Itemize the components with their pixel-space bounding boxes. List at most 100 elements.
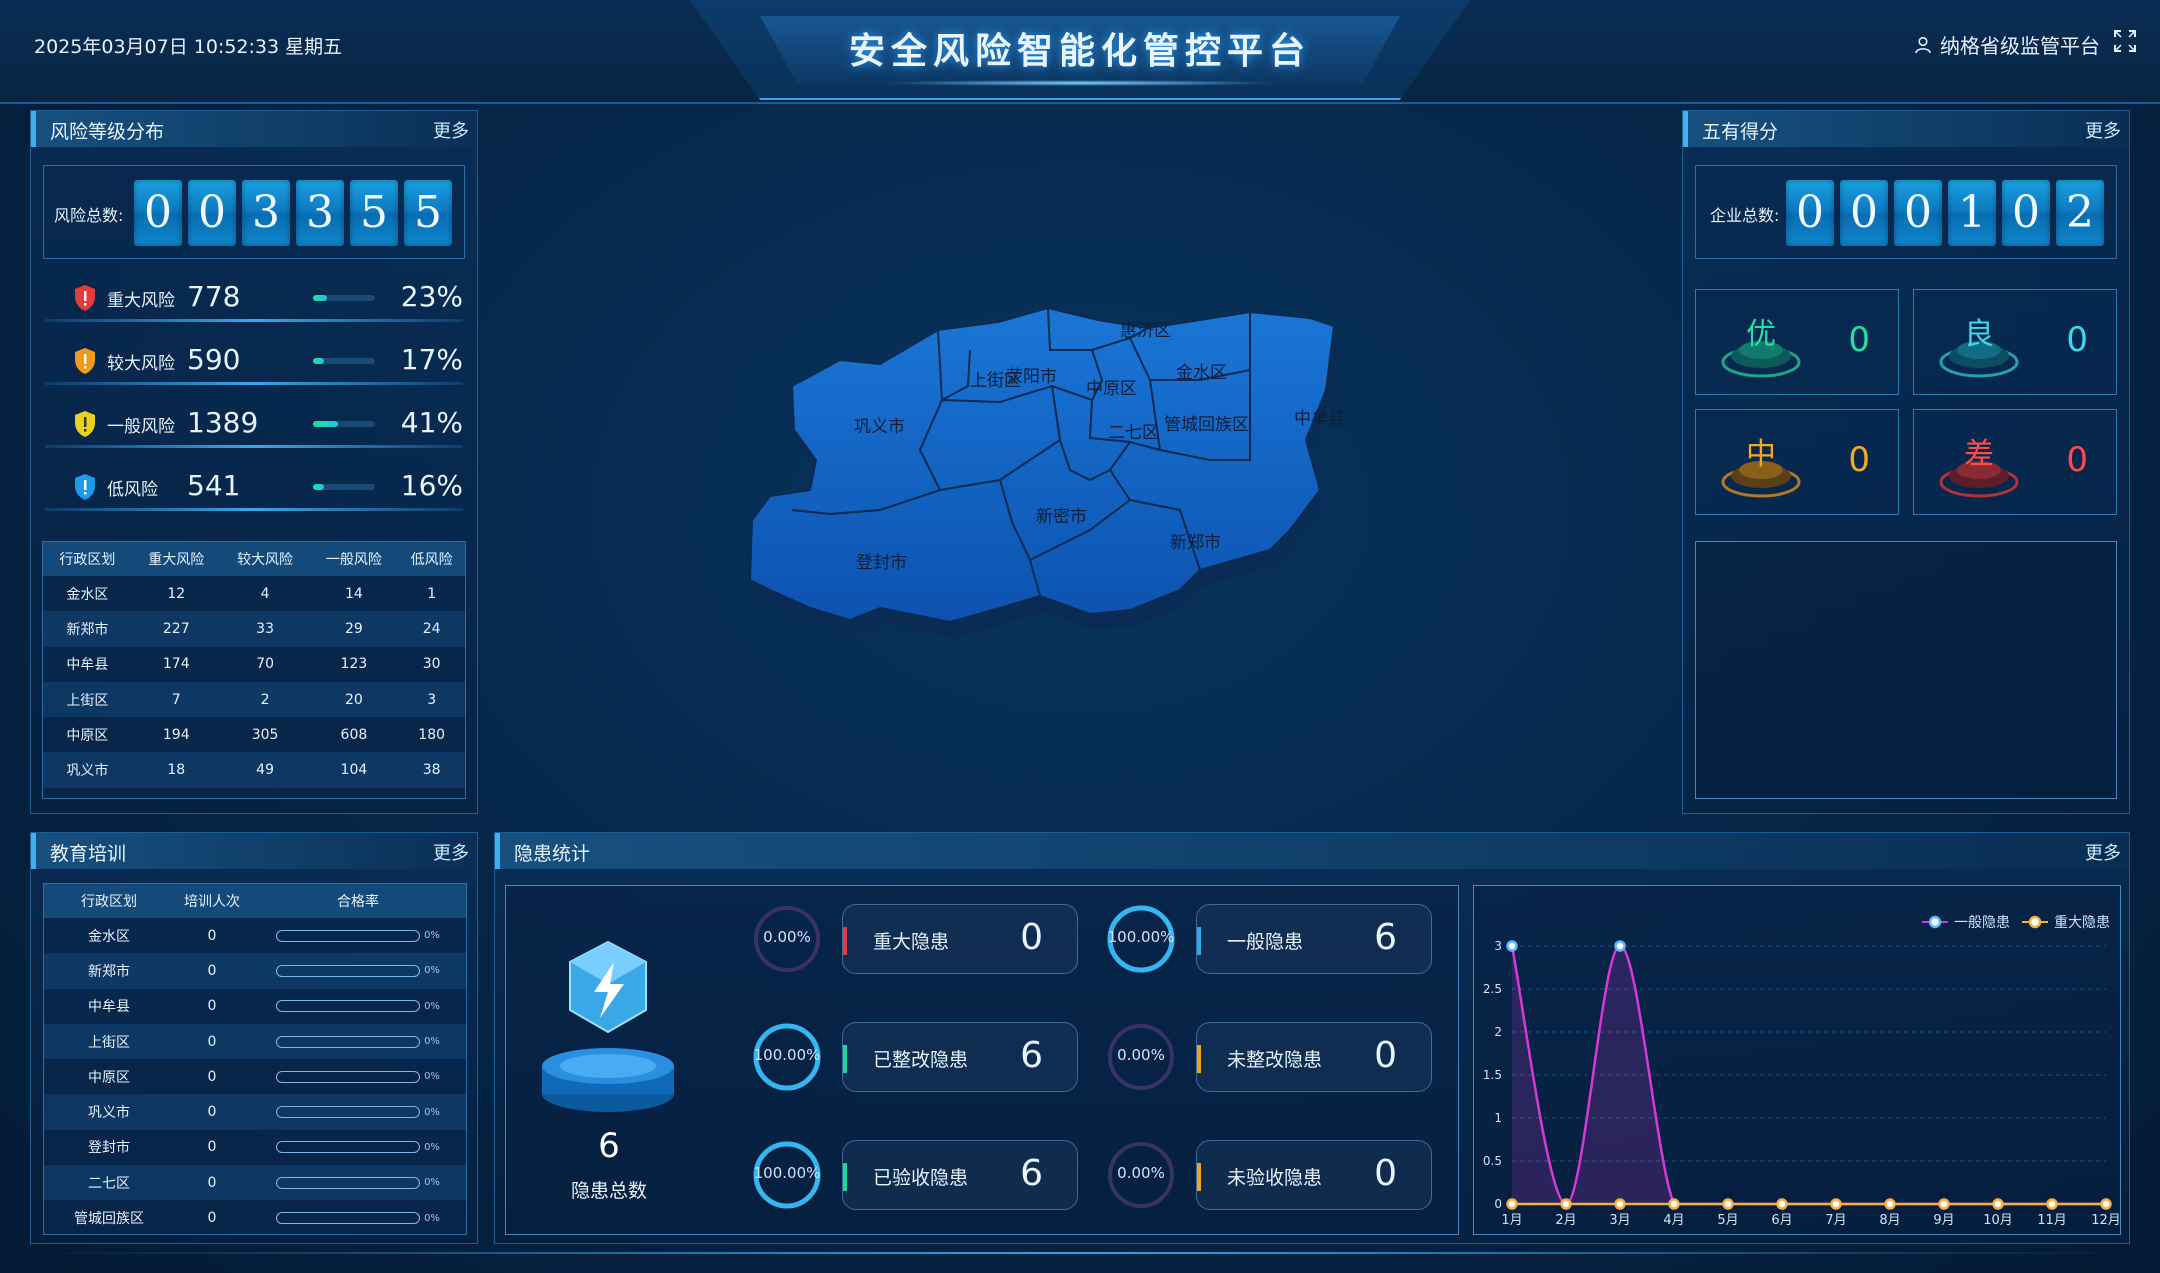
cell-major: 7 — [131, 681, 221, 718]
shield-blue-icon — [75, 474, 95, 500]
cell-major: 227 — [131, 611, 221, 647]
table-row[interactable]: 中原区 194 305 608 180 — [43, 717, 465, 753]
stat-value: 6 — [1374, 917, 1397, 958]
risk-progress-fill — [313, 484, 325, 490]
user-menu[interactable]: 纳格省级监管平台 — [1914, 30, 2100, 59]
pass-rate-progress — [276, 1106, 421, 1119]
risk-progress — [313, 421, 375, 427]
grade-value: 0 — [2066, 440, 2088, 480]
pass-rate-progress — [276, 1141, 421, 1154]
cell-general: 20 — [309, 681, 399, 718]
table-row[interactable]: 金水区 0 0% — [44, 918, 466, 954]
hazard-stat-card[interactable]: 已整改隐患 6 — [842, 1022, 1078, 1092]
table-row[interactable]: 登封市 0 0% — [44, 1129, 466, 1166]
stat-label: 已整改隐患 — [873, 1049, 969, 1071]
counter-digit: 0 — [1840, 180, 1888, 246]
data-point — [1560, 1198, 1572, 1210]
x-tick-label: 1月 — [1501, 1213, 1522, 1228]
cell-region: 新郑市 — [43, 611, 132, 647]
cell-count: 0 — [174, 1023, 250, 1060]
counter-digit: 0 — [1894, 180, 1942, 246]
table-row[interactable]: 上街区 0 0% — [44, 1023, 466, 1060]
column-header: 培训人次 — [174, 884, 250, 918]
panel-header: 风险等级分布 更多 — [31, 111, 477, 147]
stat-label: 已验收隐患 — [873, 1167, 969, 1189]
x-tick-label: 6月 — [1771, 1213, 1792, 1228]
risk-count: 1389 — [187, 406, 259, 439]
training-table: 行政区划 培训人次 合格率 金水区 0 0% 新郑市 0 0% 中牟县 0 0% 上街区 0 0% 中原… — [44, 884, 466, 1234]
hazard-stat-card[interactable]: 重大隐患 0 — [842, 904, 1078, 974]
table-row[interactable]: 新郑市 227 33 29 24 — [43, 611, 465, 647]
cell-region: 中原区 — [43, 717, 132, 753]
hazard-stat-card[interactable]: 未验收隐患 0 — [1196, 1140, 1432, 1210]
table-row[interactable]: 上街区 7 2 20 3 — [43, 681, 465, 718]
more-link[interactable]: 更多 — [2085, 839, 2121, 865]
risk-row-general: 一般风险 1389 41% — [45, 398, 463, 448]
lightning-hex-icon — [542, 940, 674, 1112]
table-row[interactable]: 新郑市 0 0% — [44, 953, 466, 989]
risk-name: 重大风险 — [107, 291, 175, 311]
hazard-stat-card[interactable]: 未整改隐患 0 — [1196, 1022, 1432, 1092]
risk-percent: 41% — [400, 406, 463, 439]
cell-rate: 0% — [250, 1023, 466, 1060]
risk-row-larger: 较大风险 590 17% — [45, 335, 463, 385]
grade-card-good[interactable]: 良 0 — [1913, 289, 2117, 395]
y-tick-label: 1.5 — [1483, 1068, 1502, 1082]
map-label: 金水区 — [1176, 363, 1227, 383]
cell-count: 0 — [174, 1200, 250, 1234]
grade-medium-icon: 中 — [1721, 437, 1801, 498]
cell-region: 登封市 — [44, 1129, 174, 1166]
table-row[interactable]: 中牟县 174 70 123 30 — [43, 646, 465, 682]
pass-rate-progress — [276, 964, 421, 977]
cell-region: 上街区 — [44, 1023, 174, 1060]
risk-percent: 16% — [400, 469, 463, 502]
more-link[interactable]: 更多 — [433, 839, 469, 865]
line-chart: 0 0.5 1 1.5 2 2.5 3 1月 2月 3月 4月 5月 6月 7月 8月 9月 10月 11月 12月… — [1483, 915, 2121, 1228]
table-row[interactable]: 管城回族区 0 0% — [44, 1200, 466, 1234]
table-row[interactable]: 中牟县 0 0% — [44, 988, 466, 1024]
score-panel: 五有得分 更多 企业总数: 0 0 0 1 0 2 优 0 良 0 中 0 差 … — [1682, 110, 2130, 814]
map-label: 中原区 — [1086, 379, 1137, 399]
table-row[interactable]: 巩义市 0 0% — [44, 1094, 466, 1130]
risk-table: 行政区划 重大风险 较大风险 一般风险 低风险 金水区 12 4 14 1 新郑市 227… — [43, 542, 465, 788]
pass-rate-text: 0% — [424, 1106, 440, 1118]
hazard-stat-card[interactable]: 一般隐患 6 — [1196, 904, 1432, 974]
x-tick-label: 7月 — [1825, 1213, 1846, 1228]
cell-rate: 0% — [250, 1059, 466, 1095]
table-row[interactable]: 二七区 0 0% — [44, 1165, 466, 1201]
cell-low: 24 — [398, 611, 465, 647]
more-link[interactable]: 更多 — [2085, 117, 2121, 143]
training-table-container: 行政区划 培训人次 合格率 金水区 0 0% 新郑市 0 0% 中牟县 0 0% 上街区 0 0% 中原… — [43, 883, 467, 1235]
grade-card-excellent[interactable]: 优 0 — [1695, 289, 1899, 395]
stat-color-bar — [1197, 927, 1201, 955]
divider — [45, 508, 463, 511]
stat-label: 重大隐患 — [873, 931, 950, 953]
cell-region: 金水区 — [44, 918, 174, 954]
more-link[interactable]: 更多 — [433, 117, 469, 143]
risk-progress-fill — [313, 421, 339, 427]
cell-count: 0 — [174, 953, 250, 989]
training-panel: 教育培训 更多 行政区划 培训人次 合格率 金水区 0 0% 新郑市 0 0% 中牟县 0 0%… — [30, 832, 478, 1244]
risk-count: 590 — [187, 343, 241, 376]
data-point — [1830, 1198, 1842, 1210]
grade-poor-icon: 差 — [1939, 437, 2019, 498]
y-tick-label: 1 — [1494, 1111, 1502, 1125]
stat-value: 6 — [1020, 1035, 1043, 1076]
grade-card-medium[interactable]: 中 0 — [1695, 409, 1899, 515]
stat-value: 0 — [1374, 1035, 1397, 1076]
map-region-shape — [748, 306, 1336, 624]
x-tick-label: 10月 — [1983, 1213, 2013, 1228]
grade-card-poor[interactable]: 差 0 — [1913, 409, 2117, 515]
stat-label: 未整改隐患 — [1227, 1049, 1323, 1071]
table-row[interactable]: 中原区 0 0% — [44, 1059, 466, 1095]
risk-row-major: 重大风险 778 23% — [45, 272, 463, 322]
app-title: 安全风险智能化管控平台 — [848, 31, 1311, 72]
risk-percent: 17% — [400, 343, 463, 376]
hazard-stat-card[interactable]: 已验收隐患 6 — [842, 1140, 1078, 1210]
y-tick-label: 2.5 — [1483, 982, 1502, 996]
fullscreen-icon[interactable] — [2114, 30, 2136, 52]
cell-larger: 70 — [220, 646, 310, 682]
map-label: 惠济区 — [1120, 321, 1171, 341]
table-row[interactable]: 金水区 12 4 14 1 — [43, 576, 465, 612]
table-row[interactable]: 巩义市 18 49 104 38 — [43, 752, 465, 788]
